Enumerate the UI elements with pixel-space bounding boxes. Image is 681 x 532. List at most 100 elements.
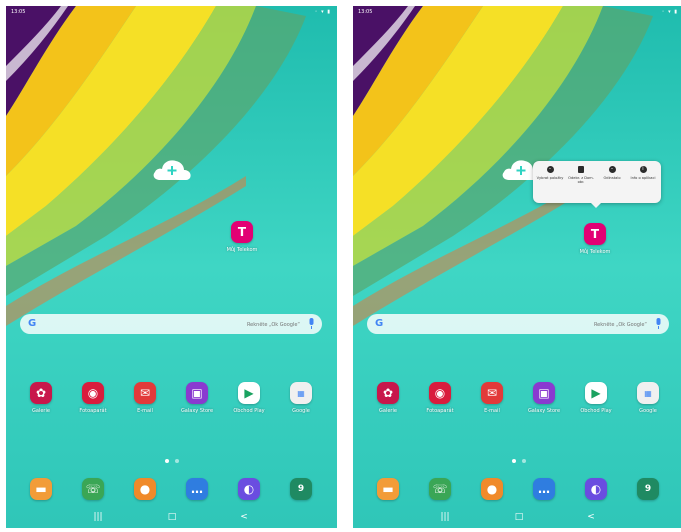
page-indicator — [6, 448, 337, 467]
dock-my-files[interactable]: ▬ — [360, 478, 416, 500]
back-button[interactable]: < — [236, 511, 252, 523]
app-galaxy-store[interactable]: ▣ Galaxy Store — [516, 382, 572, 414]
phone-icon: ☏ — [429, 478, 451, 500]
page-dot-active — [164, 459, 169, 463]
select-icon: – — [546, 166, 554, 173]
dock-calendar[interactable]: 9 — [620, 478, 676, 500]
dock-messages[interactable]: … — [169, 478, 225, 500]
app-label: Můj Telekom — [226, 247, 258, 253]
play-store-icon: ▶ — [585, 382, 607, 404]
app-label: Galerie — [32, 408, 50, 414]
home-button[interactable]: □ — [164, 511, 180, 523]
app-label: Galaxy Store — [527, 408, 561, 414]
home-screen-right: 13:05 ◦ ▾ ▮ – Vybrat položky Odebr. z Do… — [353, 6, 681, 528]
google-folder-icon: ▦ — [637, 382, 659, 404]
search-input[interactable] — [391, 319, 649, 331]
app-google-folder[interactable]: ▦ Google — [273, 382, 329, 414]
status-bar: 13:05 ◦ ▾ ▮ — [6, 6, 337, 18]
google-g-icon: G — [28, 318, 37, 329]
email-icon: ✉ — [134, 382, 156, 404]
dock-internet[interactable]: ◐ — [568, 478, 624, 500]
app-context-menu: – Vybrat položky Odebr. z Dom. obr. – Od… — [533, 161, 661, 208]
app-label: Galaxy Store — [180, 408, 214, 414]
home-button[interactable]: □ — [511, 511, 527, 523]
menu-label: Odinstalo — [603, 176, 621, 180]
app-label: Google — [292, 408, 310, 414]
app-camera[interactable]: ◉ Fotoaparát — [412, 382, 468, 414]
recent-apps-button[interactable]: ||| — [90, 511, 106, 523]
app-label: Fotoaparát — [79, 408, 107, 414]
app-my-telekom[interactable]: T Můj Telekom — [214, 221, 270, 253]
app-gallery[interactable]: ✿ Galerie — [360, 382, 416, 414]
my-files-icon: ▬ — [377, 478, 399, 500]
app-camera[interactable]: ◉ Fotoaparát — [65, 382, 121, 414]
email-icon: ✉ — [481, 382, 503, 404]
dock-internet[interactable]: ◐ — [221, 478, 277, 500]
search-input[interactable] — [44, 319, 302, 331]
back-button[interactable]: < — [583, 511, 599, 523]
dock-messages[interactable]: … — [516, 478, 572, 500]
google-folder-icon: ▦ — [290, 382, 312, 404]
page-indicator — [353, 448, 681, 467]
dock-my-files[interactable]: ▬ — [13, 478, 69, 500]
telekom-icon: T — [231, 221, 253, 243]
messages-icon: … — [186, 478, 208, 500]
phone-icon: ☏ — [82, 478, 104, 500]
cloud-add-icon[interactable] — [152, 156, 192, 182]
menu-select-items[interactable]: – Vybrat položky — [535, 166, 565, 180]
app-label: Můj Telekom — [579, 249, 611, 255]
store-icon: ▣ — [186, 382, 208, 404]
camera-icon: ◉ — [429, 382, 451, 404]
menu-uninstall[interactable]: – Odinstalo — [597, 166, 627, 180]
page-dot — [174, 459, 179, 463]
my-files-icon: ▬ — [30, 478, 52, 500]
app-label: Obchod Play — [580, 408, 612, 414]
contacts-icon: ● — [134, 478, 156, 500]
app-play-store[interactable]: ▶ Obchod Play — [568, 382, 624, 414]
navigation-bar: ||| □ < — [6, 506, 337, 528]
app-label: Obchod Play — [233, 408, 265, 414]
google-search-bar[interactable]: G — [20, 314, 322, 334]
google-search-bar[interactable]: G — [367, 314, 669, 334]
mic-icon[interactable] — [654, 318, 663, 330]
uninstall-icon: – — [608, 166, 616, 173]
status-time: 13:05 — [358, 9, 373, 15]
app-google-folder[interactable]: ▦ Google — [620, 382, 676, 414]
app-label: E-mail — [137, 408, 153, 414]
dock-contacts[interactable]: ● — [464, 478, 520, 500]
telekom-icon: T — [584, 223, 606, 245]
menu-label: Vybrat položky — [536, 176, 564, 180]
navigation-bar: ||| □ < — [353, 506, 681, 528]
telekom-glyph: T — [590, 227, 600, 241]
recent-apps-button[interactable]: ||| — [437, 511, 453, 523]
app-label: Fotoaparát — [426, 408, 454, 414]
gallery-icon: ✿ — [377, 382, 399, 404]
dock-contacts[interactable]: ● — [117, 478, 173, 500]
page-dot-active — [511, 459, 516, 463]
calendar-day: 9 — [644, 484, 652, 494]
dock-phone[interactable]: ☏ — [412, 478, 468, 500]
menu-app-info[interactable]: i Info o aplikaci — [628, 166, 658, 180]
play-store-icon: ▶ — [238, 382, 260, 404]
dock-phone[interactable]: ☏ — [65, 478, 121, 500]
info-icon: i — [639, 166, 647, 173]
page-dot — [521, 459, 526, 463]
app-email[interactable]: ✉ E-mail — [117, 382, 173, 414]
home-screen-left: 13:05 ◦ ▾ ▮ T Můj Telekom G ✿ Galerie ◉ … — [6, 6, 337, 528]
status-time: 13:05 — [11, 9, 26, 15]
app-play-store[interactable]: ▶ Obchod Play — [221, 382, 277, 414]
contacts-icon: ● — [481, 478, 503, 500]
app-label: E-mail — [484, 408, 500, 414]
menu-label: Odebr. z Dom. obr. — [568, 176, 594, 185]
mic-icon[interactable] — [307, 318, 316, 330]
app-gallery[interactable]: ✿ Galerie — [13, 382, 69, 414]
status-icons: ◦ ▾ ▮ — [314, 9, 331, 15]
telekom-glyph: T — [237, 225, 247, 239]
calendar-day: 9 — [297, 484, 305, 494]
menu-remove-from-home[interactable]: Odebr. z Dom. obr. — [566, 166, 596, 185]
app-email[interactable]: ✉ E-mail — [464, 382, 520, 414]
dock-calendar[interactable]: 9 — [273, 478, 329, 500]
app-galaxy-store[interactable]: ▣ Galaxy Store — [169, 382, 225, 414]
store-icon: ▣ — [533, 382, 555, 404]
app-my-telekom[interactable]: T Můj Telekom — [567, 223, 623, 255]
